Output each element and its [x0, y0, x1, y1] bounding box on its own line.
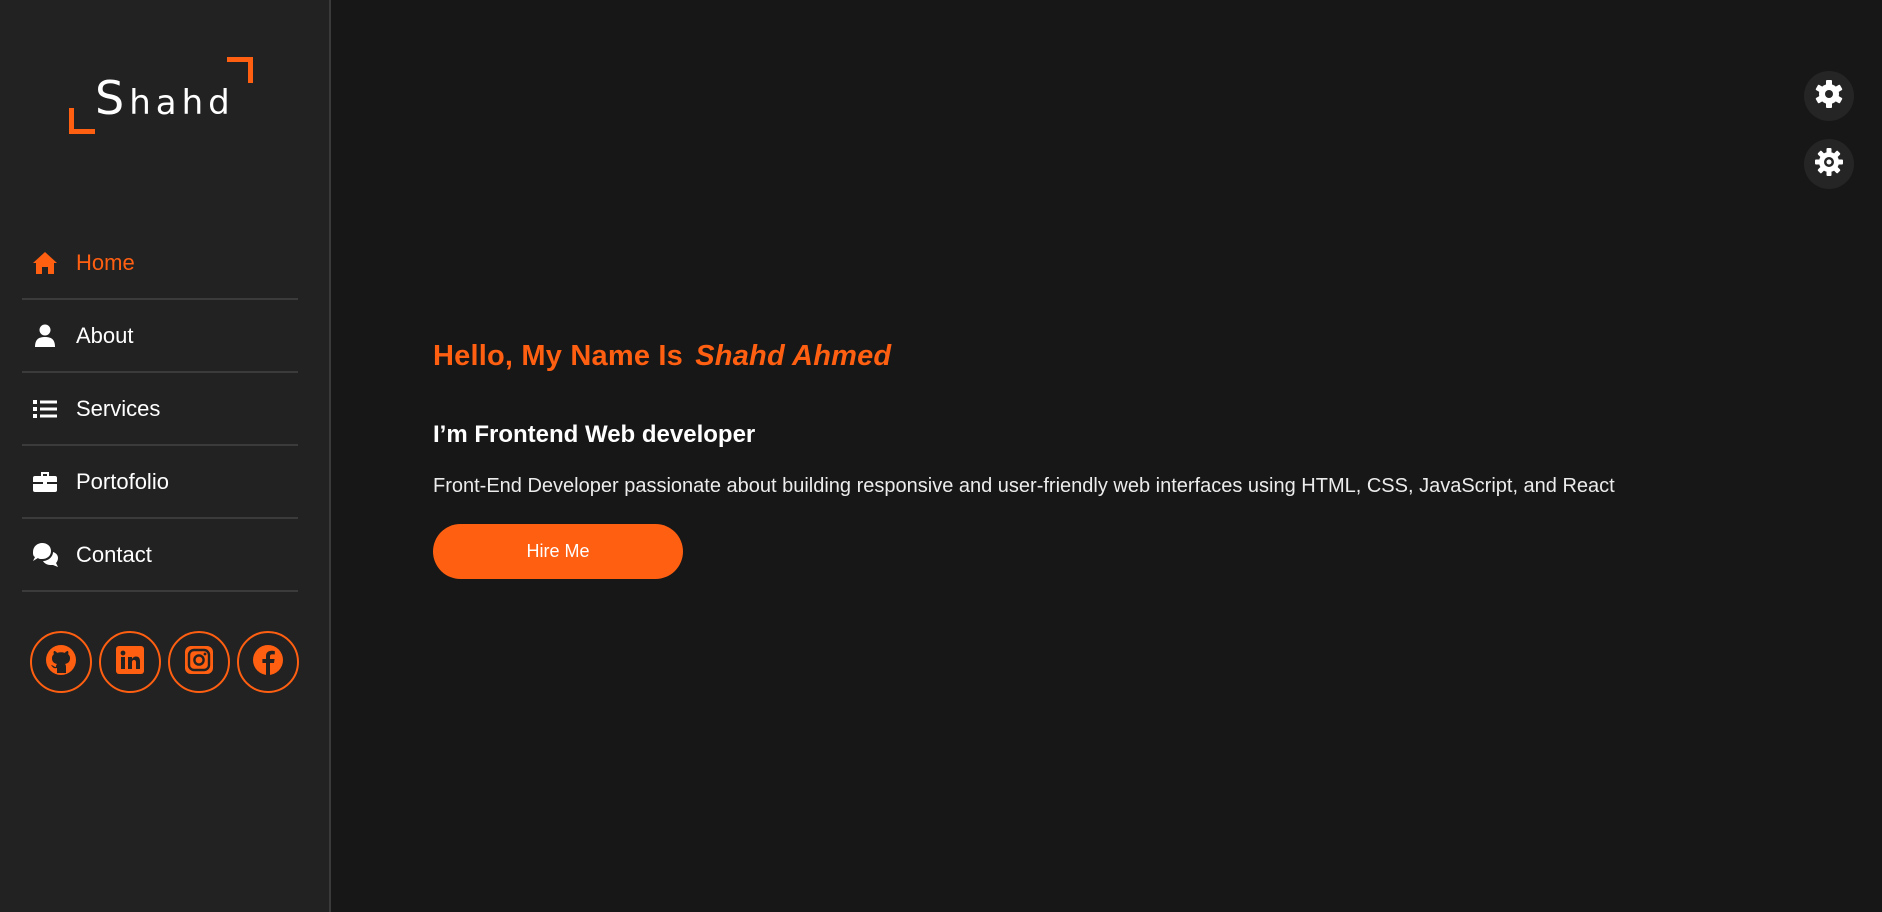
- nav-item-portofolio[interactable]: Portofolio: [22, 446, 298, 519]
- hero-role: I’m Frontend Web developer: [433, 421, 756, 448]
- logo-first-letter: S: [95, 71, 130, 125]
- nav-item-contact[interactable]: Contact: [22, 519, 298, 592]
- instagram-icon: [185, 645, 213, 679]
- facebook-icon: [252, 644, 284, 681]
- linkedin-link[interactable]: [99, 631, 161, 693]
- nav-item-home[interactable]: Home: [22, 227, 298, 300]
- logo[interactable]: Shahd: [69, 57, 253, 134]
- greeting-text: Hello, My Name Is: [433, 340, 683, 372]
- nav-label-portofolio: Portofolio: [76, 468, 169, 494]
- hire-me-button[interactable]: Hire Me: [433, 524, 683, 579]
- logo-text: Shahd: [95, 71, 235, 125]
- home-icon: [30, 248, 60, 278]
- nav-item-about[interactable]: About: [22, 300, 298, 373]
- linkedin-icon: [116, 645, 144, 679]
- main-nav: Home About Services Portofolio Contact: [22, 227, 298, 592]
- github-icon: [45, 644, 77, 681]
- user-icon: [30, 321, 60, 351]
- nav-label-about: About: [76, 322, 134, 348]
- sidebar: Shahd Home About Services Portofolio Con…: [0, 0, 331, 912]
- nav-label-contact: Contact: [76, 541, 152, 567]
- logo-corner-bottom-left: [69, 108, 95, 134]
- logo-rest: hahd: [129, 83, 235, 123]
- settings-button[interactable]: [1804, 71, 1854, 121]
- nav-label-home: Home: [76, 249, 135, 275]
- nav-label-services: Services: [76, 395, 161, 421]
- instagram-link[interactable]: [168, 631, 230, 693]
- list-icon: [30, 394, 60, 424]
- theme-button[interactable]: [1804, 139, 1854, 189]
- hero-greeting: Hello, My Name Is Shahd Ahmed: [433, 340, 1733, 373]
- theme-gear-icon: [1814, 147, 1844, 182]
- portfolio-page: Shahd Home About Services Portofolio Con…: [0, 0, 1882, 912]
- social-links: [30, 631, 299, 693]
- main-content: Hello, My Name Is Shahd Ahmed I’m Fronte…: [333, 0, 1882, 912]
- github-link[interactable]: [30, 631, 92, 693]
- nav-item-services[interactable]: Services: [22, 373, 298, 446]
- facebook-link[interactable]: [237, 631, 299, 693]
- hero-section: Hello, My Name Is Shahd Ahmed I’m Fronte…: [433, 340, 1733, 579]
- settings-gear-icon: [1814, 79, 1844, 114]
- hero-description: Front-End Developer passionate about bui…: [433, 475, 1615, 497]
- chat-icon: [30, 540, 60, 570]
- hero-name: Shahd Ahmed: [695, 340, 892, 372]
- briefcase-icon: [30, 467, 60, 497]
